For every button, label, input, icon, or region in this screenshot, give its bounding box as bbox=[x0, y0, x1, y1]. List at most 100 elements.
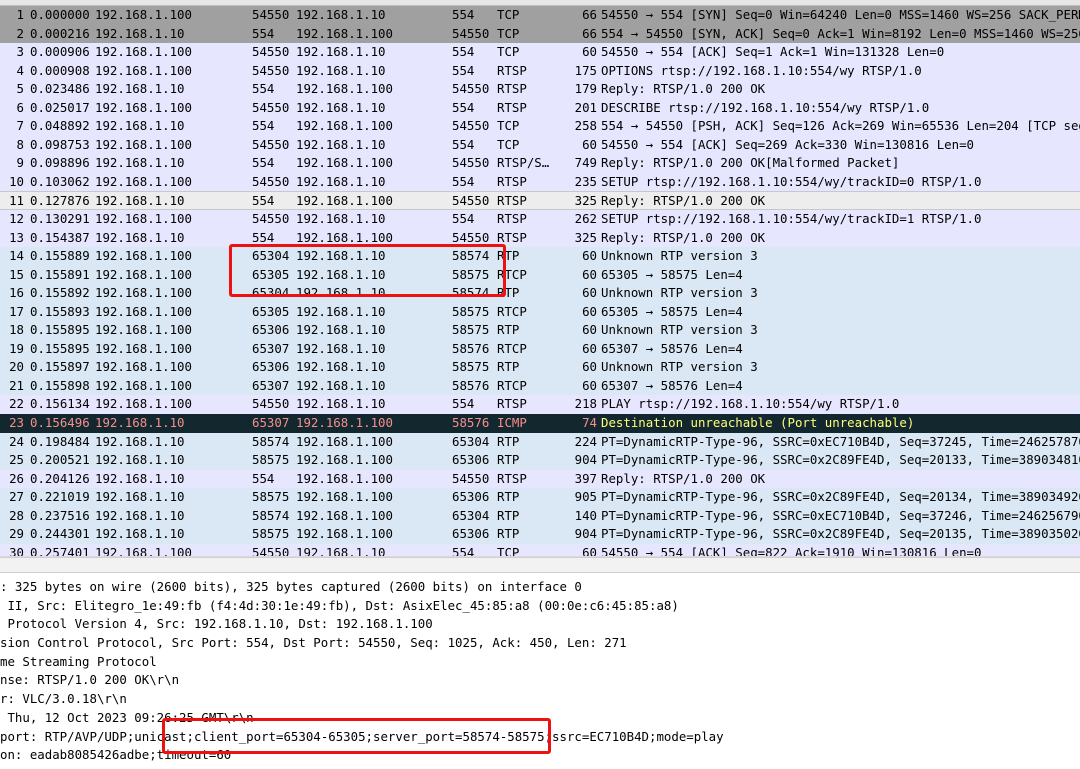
packet-dst-cell: 192.168.1.10 bbox=[296, 173, 386, 189]
packet-no-cell: 23 bbox=[9, 415, 24, 431]
packet-sport-cell: 65306 bbox=[252, 359, 290, 375]
packet-row[interactable]: 7 0.048892 192.168.1.10 554 192.168.1.100 545… bbox=[0, 117, 1080, 136]
detail-line[interactable]: sion Control Protocol, Src Port: 554, Ds… bbox=[0, 634, 1080, 653]
detail-line[interactable]: nse: RTSP/1.0 200 OK\r\n bbox=[0, 671, 1080, 690]
packet-len-cell: 60 bbox=[582, 44, 597, 60]
packet-src-cell: 192.168.1.100 bbox=[95, 544, 192, 556]
packet-dst-cell: 192.168.1.100 bbox=[296, 470, 393, 486]
packet-row[interactable]: 21 0.155898 192.168.1.100 65307 192.168.1.10… bbox=[0, 376, 1080, 396]
horizontal-scrollbar[interactable] bbox=[0, 557, 1080, 573]
packet-dst-cell: 192.168.1.10 bbox=[296, 44, 386, 60]
packet-row[interactable]: 27 0.221019 192.168.1.10 58575 192.168.1.100… bbox=[0, 488, 1080, 507]
packet-row[interactable]: 8 0.098753 192.168.1.100 54550 192.168.1.10 5… bbox=[0, 135, 1080, 155]
packet-row[interactable]: 30 0.257401 192.168.1.100 54550 192.168.1.10… bbox=[0, 543, 1080, 556]
detail-line[interactable]: Protocol Version 4, Src: 192.168.1.10, D… bbox=[0, 615, 1080, 634]
packet-src-cell: 192.168.1.100 bbox=[95, 44, 192, 60]
packet-dport-cell: 58575 bbox=[452, 322, 490, 338]
packet-dst-cell: 192.168.1.10 bbox=[296, 62, 386, 78]
packet-row[interactable]: 9 0.098896 192.168.1.10 554 192.168.1.100 545… bbox=[0, 154, 1080, 173]
packet-proto-cell: RTSP bbox=[497, 99, 527, 115]
detail-line[interactable]: Thu, 12 Oct 2023 09:26:25 GMT\r\n bbox=[0, 709, 1080, 728]
packet-sport-cell: 65307 bbox=[252, 377, 290, 393]
packet-sport-cell: 54550 bbox=[252, 44, 290, 60]
packet-time-cell: 0.156496 bbox=[30, 415, 90, 431]
packet-row[interactable]: 17 0.155893 192.168.1.100 65305 192.168.1.10… bbox=[0, 302, 1080, 322]
packet-no-cell: 8 bbox=[16, 136, 24, 152]
packet-src-cell: 192.168.1.100 bbox=[95, 340, 192, 356]
packet-row[interactable]: 24 0.198484 192.168.1.10 58574 192.168.1.100… bbox=[0, 432, 1080, 452]
packet-dst-cell: 192.168.1.100 bbox=[296, 25, 393, 41]
packet-dst-cell: 192.168.1.10 bbox=[296, 322, 386, 338]
packet-sport-cell: 54550 bbox=[252, 544, 290, 556]
packet-time-cell: 0.198484 bbox=[30, 433, 90, 449]
packet-proto-cell: RTP bbox=[497, 248, 520, 264]
packet-info-cell: SETUP rtsp://192.168.1.10:554/wy/trackID… bbox=[601, 211, 982, 227]
packet-row[interactable]: 4 0.000908 192.168.1.100 54550 192.168.1.10 5… bbox=[0, 61, 1080, 81]
packet-list[interactable]: 1 0.000000 192.168.1.100 54550 192.168.1.10 5… bbox=[0, 6, 1080, 556]
packet-proto-cell: TCP bbox=[497, 136, 520, 152]
packet-proto-cell: RTCP bbox=[497, 377, 527, 393]
packet-time-cell: 0.155895 bbox=[30, 322, 90, 338]
packet-proto-cell: RTP bbox=[497, 452, 520, 468]
packet-row[interactable]: 15 0.155891 192.168.1.100 65305 192.168.1.10… bbox=[0, 265, 1080, 285]
packet-sport-cell: 58575 bbox=[252, 489, 290, 505]
packet-row[interactable]: 6 0.025017 192.168.1.100 54550 192.168.1.10 5… bbox=[0, 98, 1080, 118]
packet-len-cell: 60 bbox=[582, 285, 597, 301]
packet-row[interactable]: 29 0.244301 192.168.1.10 58575 192.168.1.100… bbox=[0, 525, 1080, 544]
packet-src-cell: 192.168.1.10 bbox=[95, 415, 185, 431]
packet-info-cell: 54550 → 554 [ACK] Seq=822 Ack=1910 Win=1… bbox=[601, 544, 982, 556]
packet-row[interactable]: 5 0.023486 192.168.1.10 554 192.168.1.100 545… bbox=[0, 80, 1080, 99]
packet-details-pane[interactable]: : 325 bytes on wire (2600 bits), 325 byt… bbox=[0, 578, 1080, 765]
detail-line[interactable]: II, Src: Elitegro_1e:49:fb (f4:4d:30:1e:… bbox=[0, 597, 1080, 616]
detail-line[interactable]: on: eadab8085426adbe;timeout=60 bbox=[0, 746, 1080, 765]
packet-src-cell: 192.168.1.10 bbox=[95, 81, 185, 97]
packet-proto-cell: RTP bbox=[497, 526, 520, 542]
packet-proto-cell: ICMP bbox=[497, 415, 527, 431]
packet-info-cell: Reply: RTSP/1.0 200 OK bbox=[601, 229, 766, 245]
packet-len-cell: 66 bbox=[582, 7, 597, 22]
detail-text: Protocol Version 4, Src: 192.168.1.10, D… bbox=[0, 616, 433, 632]
packet-row[interactable]: 16 0.155892 192.168.1.100 65304 192.168.1.10… bbox=[0, 284, 1080, 303]
packet-row[interactable]: 20 0.155897 192.168.1.100 65306 192.168.1.10… bbox=[0, 358, 1080, 377]
packet-row[interactable]: 18 0.155895 192.168.1.100 65306 192.168.1.10… bbox=[0, 321, 1080, 340]
packet-proto-cell: RTSP bbox=[497, 396, 527, 412]
packet-info-cell: 65305 → 58575 Len=4 bbox=[601, 266, 743, 282]
packet-row[interactable]: 19 0.155895 192.168.1.100 65307 192.168.1.10… bbox=[0, 339, 1080, 359]
packet-len-cell: 904 bbox=[574, 526, 597, 542]
packet-sport-cell: 58575 bbox=[252, 526, 290, 542]
packet-time-cell: 0.200521 bbox=[30, 452, 90, 468]
detail-line[interactable]: r: VLC/3.0.18\r\n bbox=[0, 690, 1080, 709]
packet-sport-cell: 65307 bbox=[252, 415, 290, 431]
packet-src-cell: 192.168.1.100 bbox=[95, 173, 192, 189]
packet-len-cell: 224 bbox=[574, 433, 597, 449]
packet-proto-cell: RTSP bbox=[497, 81, 527, 97]
packet-row[interactable]: 22 0.156134 192.168.1.100 54550 192.168.1.10… bbox=[0, 395, 1080, 415]
packet-time-cell: 0.000216 bbox=[30, 25, 90, 41]
packet-proto-cell: RTP bbox=[497, 322, 520, 338]
packet-sport-cell: 54550 bbox=[252, 99, 290, 115]
packet-time-cell: 0.237516 bbox=[30, 507, 90, 523]
packet-row[interactable]: 12 0.130291 192.168.1.100 54550 192.168.1.10… bbox=[0, 210, 1080, 229]
packet-row[interactable]: 14 0.155889 192.168.1.100 65304 192.168.1.10… bbox=[0, 247, 1080, 266]
packet-src-cell: 192.168.1.100 bbox=[95, 62, 192, 78]
detail-line[interactable]: port: RTP/AVP/UDP;unicast;client_port=65… bbox=[0, 728, 1080, 747]
packet-dst-cell: 192.168.1.10 bbox=[296, 99, 386, 115]
packet-row[interactable]: 3 0.000906 192.168.1.100 54550 192.168.1.10 5… bbox=[0, 43, 1080, 62]
packet-info-cell: 554 → 54550 [SYN, ACK] Seq=0 Ack=1 Win=8… bbox=[601, 25, 1080, 41]
packet-row[interactable]: 28 0.237516 192.168.1.10 58574 192.168.1.100… bbox=[0, 506, 1080, 526]
packet-row[interactable]: 2 0.000216 192.168.1.10 554 192.168.1.100 545… bbox=[0, 24, 1080, 44]
packet-row[interactable]: 1 0.000000 192.168.1.100 54550 192.168.1.10 5… bbox=[0, 6, 1080, 25]
packet-row[interactable]: 23 0.156496 192.168.1.10 65307 192.168.1.100… bbox=[0, 414, 1080, 433]
packet-src-cell: 192.168.1.10 bbox=[95, 118, 185, 134]
packet-sport-cell: 554 bbox=[252, 118, 275, 134]
packet-row[interactable]: 26 0.204126 192.168.1.10 554 192.168.1.100 54… bbox=[0, 469, 1080, 489]
packet-row[interactable]: 25 0.200521 192.168.1.10 58575 192.168.1.100… bbox=[0, 451, 1080, 470]
detail-text: : 325 bytes on wire (2600 bits), 325 byt… bbox=[0, 579, 582, 594]
packet-row[interactable]: 13 0.154387 192.168.1.10 554 192.168.1.100 54… bbox=[0, 228, 1080, 248]
packet-dst-cell: 192.168.1.10 bbox=[296, 340, 386, 356]
packet-proto-cell: RTSP bbox=[497, 193, 527, 209]
detail-line[interactable]: : 325 bytes on wire (2600 bits), 325 byt… bbox=[0, 578, 1080, 597]
packet-row[interactable]: 11 0.127876 192.168.1.10 554 192.168.1.100 54… bbox=[0, 191, 1080, 211]
packet-row[interactable]: 10 0.103062 192.168.1.100 54550 192.168.1.10… bbox=[0, 172, 1080, 192]
detail-line[interactable]: me Streaming Protocol bbox=[0, 653, 1080, 672]
